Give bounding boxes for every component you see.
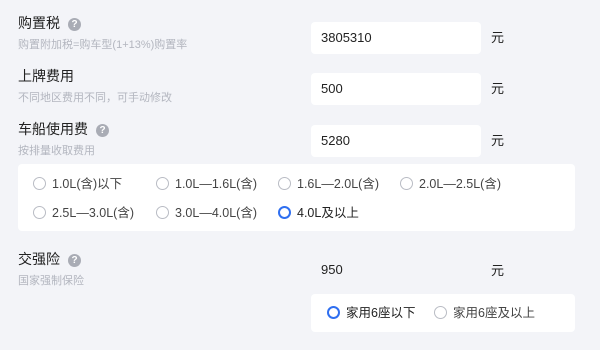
radio-icon [156,206,169,219]
vehicle-tax-title: 车船使用费 [18,121,88,137]
vehicle-tax-input[interactable] [311,125,481,157]
radio-icon [33,177,46,190]
plate-fee-input[interactable] [311,73,481,105]
purchase-tax-desc: 购置附加税=购车型(1+13%)购置率 [18,39,188,51]
radio-icon [434,306,447,319]
purchase-tax-title: 购置税 [18,15,60,31]
insurance-unit: 元 [491,263,505,278]
insurance-value: 950 [311,254,481,286]
vehicle-tax-desc: 按排量收取费用 [18,145,95,157]
insurance-label: 交强险? [18,250,81,268]
displacement-options-panel: 1.0L(含)以下 1.0L—1.6L(含) 1.6L—2.0L(含) 2.0L… [18,164,575,231]
seat-option[interactable]: 家用6座及以上 [434,305,535,321]
radio-selected-icon [278,206,291,219]
help-icon[interactable]: ? [96,124,109,137]
radio-selected-icon [327,306,340,319]
radio-icon [33,206,46,219]
plate-fee-unit: 元 [491,81,505,96]
vehicle-tax-label: 车船使用费? [18,120,109,138]
seat-option-selected[interactable]: 家用6座以下 [327,305,415,321]
purchase-tax-unit: 元 [491,30,505,45]
displacement-option[interactable]: 1.0L(含)以下 [33,176,122,192]
displacement-option[interactable]: 1.6L—2.0L(含) [278,176,379,192]
displacement-option[interactable]: 2.5L—3.0L(含) [33,205,134,221]
purchase-tax-label: 购置税? [18,14,81,32]
plate-fee-desc: 不同地区费用不同，可手动修改 [18,92,172,104]
insurance-desc: 国家强制保险 [18,275,84,287]
radio-icon [278,177,291,190]
insurance-title: 交强险 [18,251,60,267]
purchase-tax-input[interactable] [311,22,481,54]
radio-icon [156,177,169,190]
radio-icon [400,177,413,190]
displacement-option[interactable]: 1.0L—1.6L(含) [156,176,257,192]
plate-fee-label: 上牌费用 [18,68,74,84]
displacement-option[interactable]: 3.0L—4.0L(含) [156,205,257,221]
displacement-option-selected[interactable]: 4.0L及以上 [278,205,359,221]
help-icon[interactable]: ? [68,254,81,267]
displacement-option[interactable]: 2.0L—2.5L(含) [400,176,501,192]
help-icon[interactable]: ? [68,18,81,31]
seat-options-panel: 家用6座以下 家用6座及以上 [311,294,575,332]
vehicle-tax-unit: 元 [491,133,505,148]
